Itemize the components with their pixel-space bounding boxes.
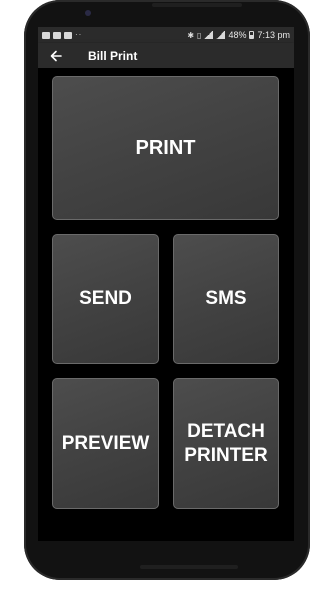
earpiece — [152, 3, 242, 7]
front-camera — [85, 10, 91, 16]
status-bar: ·· ✱ ▯ 48% 7:13 pm — [38, 27, 294, 43]
signal-icon — [204, 31, 214, 39]
vibrate-icon: ▯ — [197, 30, 202, 40]
page-title: Bill Print — [88, 48, 138, 63]
battery-percent: 48% — [228, 30, 247, 40]
action-grid: PRINT SEND SMS PREVIEW DETACH PRINTER — [38, 68, 294, 541]
photo-icon — [64, 31, 72, 39]
bottom-speaker — [140, 565, 238, 569]
app-bar: Bill Print — [38, 43, 294, 68]
more-notifications-indicator: ·· — [75, 30, 83, 39]
system-icons: ✱ ▯ 48% 7:13 pm — [187, 30, 294, 40]
detach-printer-button[interactable]: DETACH PRINTER — [173, 378, 279, 509]
bluetooth-icon: ✱ — [187, 30, 195, 40]
chat-icon — [53, 31, 61, 39]
phone-screen: ·· ✱ ▯ 48% 7:13 pm Bill Print PRINT SEND… — [38, 27, 294, 541]
print-button[interactable]: PRINT — [52, 76, 279, 220]
battery-icon — [249, 31, 255, 39]
image-icon — [42, 31, 50, 39]
notification-icons: ·· — [38, 31, 82, 39]
cellular-signal-icon — [216, 31, 226, 39]
clock: 7:13 pm — [257, 30, 290, 40]
send-button[interactable]: SEND — [52, 234, 159, 364]
preview-button[interactable]: PREVIEW — [52, 378, 159, 509]
arrow-left-icon[interactable] — [48, 48, 64, 64]
sms-button[interactable]: SMS — [173, 234, 279, 364]
